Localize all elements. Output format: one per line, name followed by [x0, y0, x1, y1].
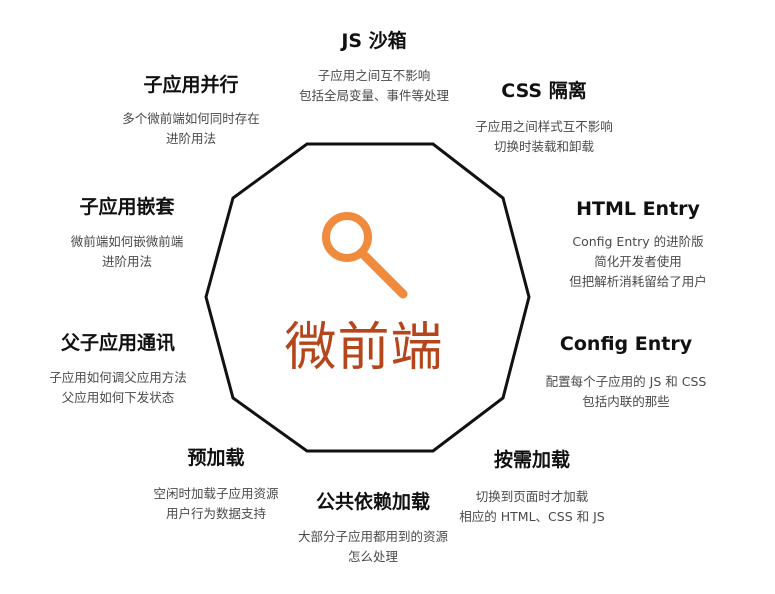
feature-description-line: Config Entry 的进阶版 [572, 234, 704, 249]
feature-title: 预加载 [187, 447, 245, 469]
feature-title: JS 沙箱 [341, 30, 407, 52]
feature-description: 配置每个子应用的 JS 和 CSS 包括内联的那些 [546, 372, 707, 412]
feature-title: CSS 隔离 [501, 80, 587, 102]
feature-description: 大部分子应用都用到的资源 怎么处理 [298, 527, 448, 567]
feature-description-line: 切换时装载和卸载 [493, 139, 595, 154]
feature-description-line: 进阶用法 [165, 131, 217, 146]
feature-description: Config Entry 的进阶版 简化开发者使用但把解析消耗留给了用户 [569, 232, 707, 292]
center-title: 微前端 [284, 318, 444, 378]
feature-description-line: 切换到页面时才加载 [475, 489, 589, 504]
feature-description-line: 微前端如何嵌微前端 [70, 234, 184, 249]
search-icon [322, 212, 408, 299]
feature-description-line: 空闲时加载子应用资源 [153, 486, 279, 501]
feature-title: 父子应用通讯 [60, 332, 176, 354]
feature-title: 子应用并行 [143, 74, 239, 96]
feature-title: 公共依赖加载 [315, 491, 431, 513]
feature-description-line: 简化开发者使用 [594, 254, 682, 269]
feature-description: 子应用之间互不影响包括全局变量、事件等处理 [299, 66, 449, 106]
feature-description-line: 用户行为数据支持 [165, 506, 267, 521]
feature-description-line: 子应用之间样式互不影响 [475, 119, 613, 134]
feature-description-line: 相应的 HTML、CSS 和 JS [459, 509, 605, 524]
feature-description-line: 子应用之间互不影响 [317, 68, 431, 83]
feature-description: 多个微前端如何同时存在 进阶用法 [122, 109, 260, 149]
feature-description-line: 多个微前端如何同时存在 [122, 111, 260, 126]
feature-title: Config Entry [559, 333, 693, 355]
feature-description-line: 子应用如何调父应用方法 [49, 370, 187, 385]
feature-description: 切换到页面时才加载相应的 HTML、CSS 和 JS [459, 487, 604, 527]
feature-description: 空闲时加载子应用资源 用户行为数据支持 [153, 484, 278, 524]
feature-description-line: 父应用如何下发状态 [61, 390, 175, 405]
feature-description: 微前端如何嵌微前端 进阶用法 [71, 232, 184, 272]
feature-title: 按需加载 [493, 449, 571, 471]
feature-description-line: 配置每个子应用的 JS 和 CSS [545, 374, 707, 389]
feature-description: 子应用如何调父应用方法 父应用如何下发状态 [49, 368, 187, 408]
feature-description-line: 大部分子应用都用到的资源 [297, 529, 449, 544]
feature-description-line: 包括全局变量、事件等处理 [298, 88, 450, 103]
feature-description-line: 但把解析消耗留给了用户 [569, 274, 707, 289]
feature-description-line: 进阶用法 [101, 254, 153, 269]
feature-title: 子应用嵌套 [79, 196, 175, 218]
feature-title: HTML Entry [576, 198, 700, 220]
feature-description-line: 怎么处理 [347, 549, 399, 564]
feature-description: 子应用之间样式互不影响 切换时装载和卸载 [475, 117, 613, 157]
diagram: 微前端 JS 沙箱 子应用之间互不影响 包括全局变量、事件等处理 CSS 隔离 子应用之… [0, 0, 775, 594]
feature-description-line: 包括内联的那些 [582, 394, 670, 409]
